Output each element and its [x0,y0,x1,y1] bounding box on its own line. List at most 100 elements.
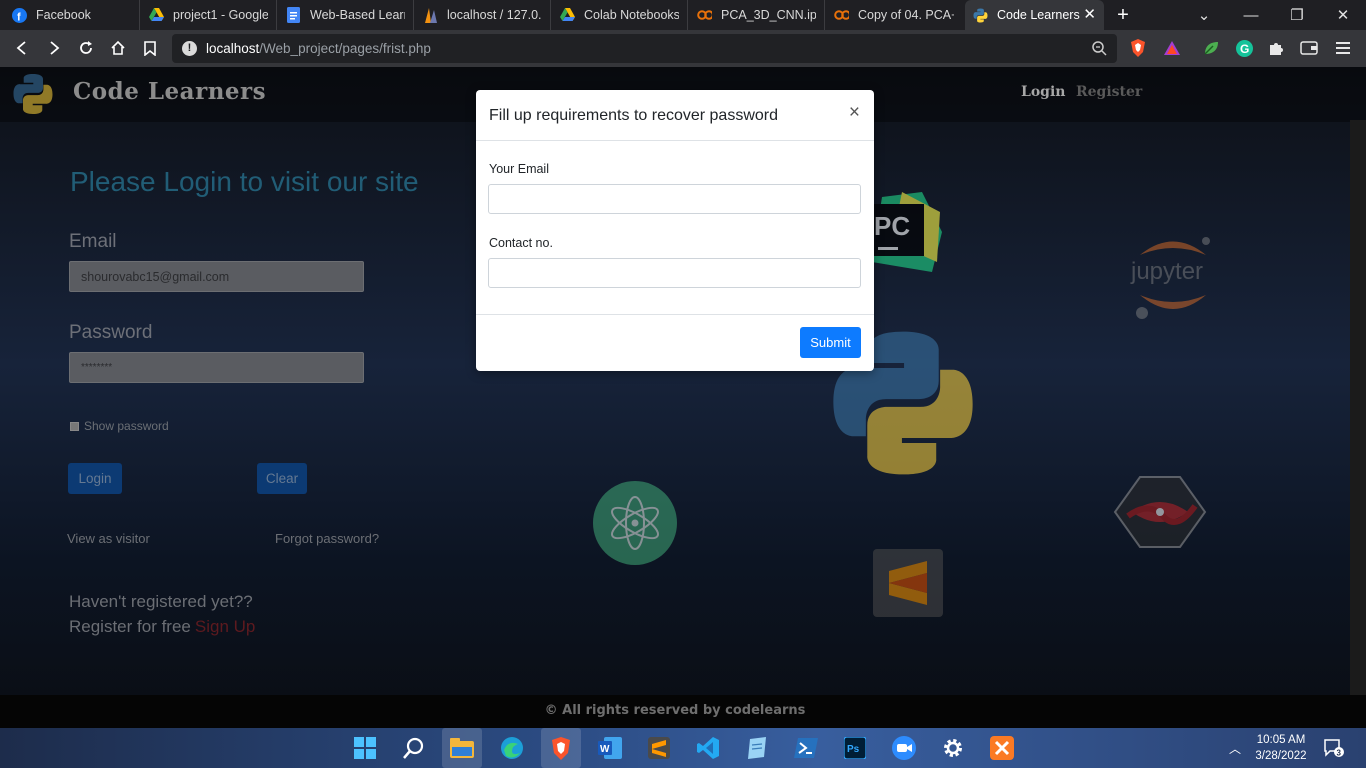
zoom-icon[interactable] [892,736,916,760]
taskbar-clock[interactable]: 10:05 AM 3/28/2022 [1248,732,1314,764]
forward-icon[interactable] [42,36,66,60]
notification-icon[interactable]: 3 [1324,739,1344,758]
clear-button[interactable]: Clear [257,463,307,494]
sign-up-link[interactable]: Sign Up [195,617,255,636]
python-logo-icon[interactable] [12,73,54,115]
ruby-mine-logo-icon [1110,472,1210,552]
powershell-icon[interactable] [794,736,818,760]
facebook-icon: f [12,7,27,23]
url-text: localhost/Web_project/pages/frist.php [206,41,431,56]
wallet-icon[interactable] [1299,38,1319,58]
brave-icon[interactable] [549,736,573,760]
word-icon[interactable]: W [598,736,622,760]
home-icon[interactable] [106,36,130,60]
minimize-icon[interactable]: — [1228,0,1274,30]
pycharm-logo-icon: PC [862,192,942,277]
tab-project1[interactable]: project1 - Google D [141,0,277,30]
maximize-icon[interactable]: ❐ [1274,0,1320,30]
modal-close-icon[interactable]: × [849,103,860,123]
tray-chevron-icon[interactable]: ︿ [1229,740,1241,757]
google-drive-icon [560,8,575,23]
email-label: Email [69,231,117,252]
clock-time: 10:05 AM [1256,734,1306,746]
site-info-icon[interactable]: ! [182,41,197,56]
nav-register-link[interactable]: Register [1076,84,1142,100]
google-drive-icon [149,8,164,23]
svg-text:f: f [17,11,21,23]
extension-leaf-icon[interactable] [1201,38,1221,58]
not-registered-text: Haven't registered yet?? [69,592,253,611]
show-password-row: Show password [70,419,169,433]
search-icon[interactable] [402,736,426,760]
notification-count: 3 [1337,749,1342,758]
svg-text:W: W [600,744,610,755]
clock-date: 3/28/2022 [1255,750,1307,762]
view-as-visitor-link[interactable]: View as visitor [67,531,150,546]
recover-email-label: Your Email [489,162,549,176]
phpmyadmin-icon [423,7,438,23]
bookmark-icon[interactable] [138,36,162,60]
password-field[interactable]: ******** [69,352,364,383]
colab-icon [834,8,849,23]
modal-header-divider [476,140,874,141]
brave-shields-icon[interactable] [1128,38,1148,58]
tab-search-chevron-icon[interactable]: ⌄ [1181,0,1227,30]
forgot-password-link[interactable]: Forgot password? [275,531,379,546]
site-title[interactable]: Code Learners [73,78,266,105]
address-bar[interactable]: ! localhost/Web_project/pages/frist.php [172,34,1117,63]
jupyter-logo-text: jupyter [1130,258,1203,285]
login-heading: Please Login to visit our site [70,166,419,197]
register-prompt: Register for free Sign Up [69,617,256,636]
show-password-checkbox[interactable] [70,421,79,431]
site-footer: © All rights reserved by codelearns [0,695,1366,728]
new-tab-icon[interactable]: + [1113,4,1133,26]
menu-icon[interactable] [1333,38,1353,58]
password-label: Password [69,322,153,343]
settings-icon[interactable] [941,736,965,760]
windows-start-icon[interactable] [353,736,377,760]
close-tab-icon[interactable]: ✕ [1083,7,1096,22]
close-window-icon[interactable]: ✕ [1320,0,1366,30]
xampp-icon[interactable] [990,736,1014,760]
grammarly-icon[interactable]: G [1234,38,1254,58]
tab-pca-3d-cnn[interactable]: PCA_3D_CNN.ipyn [689,0,825,30]
colab-icon [697,8,712,23]
python-icon [973,8,988,23]
contact-no-label: Contact no. [489,236,553,250]
pycharm-logo-text: PC [874,211,910,241]
svg-text:Ps: Ps [847,744,860,755]
atom-logo-icon [592,480,678,566]
sublime-logo-icon [873,549,943,617]
extensions-puzzle-icon[interactable] [1266,38,1286,58]
login-button[interactable]: Login [68,463,122,494]
brave-rewards-icon[interactable] [1162,38,1182,58]
tab-colab-notebooks[interactable]: Colab Notebooks - [552,0,688,30]
reload-icon[interactable] [74,36,98,60]
google-docs-icon [286,7,301,23]
contact-no-input[interactable] [488,258,861,288]
submit-button[interactable]: Submit [800,327,861,358]
svg-text:G: G [1240,42,1249,56]
jupyter-logo-icon: jupyter [1128,233,1218,323]
email-field[interactable]: shourovabc15@gmail.com [69,261,364,292]
sublime-icon[interactable] [647,736,671,760]
tab-copy-of-pca[interactable]: Copy of 04. PCA+M [826,0,962,30]
photoshop-icon[interactable]: Ps [843,736,867,760]
tab-phpmyadmin[interactable]: localhost / 127.0.0. [415,0,551,30]
edge-icon[interactable] [500,736,524,760]
modal-title: Fill up requirements to recover password [489,107,779,124]
tab-web-based-learning[interactable]: Web-Based Learnin [278,0,414,30]
vscode-icon[interactable] [696,736,720,760]
notepad-icon[interactable] [745,736,769,760]
recover-password-modal: Fill up requirements to recover password… [476,90,874,371]
zoom-search-icon[interactable] [1091,40,1109,58]
tab-facebook[interactable]: f Facebook [4,0,140,30]
nav-login-link[interactable]: Login [1021,84,1065,100]
back-icon[interactable] [10,36,34,60]
recover-email-input[interactable] [488,184,861,214]
tab-code-learners[interactable]: Code Learners ✕ [965,0,1104,30]
file-explorer-icon[interactable] [450,736,474,760]
footer-text: © All rights reserved by codelearns [544,703,806,718]
page-scrollbar[interactable] [1350,120,1366,728]
modal-footer-divider [476,314,874,315]
